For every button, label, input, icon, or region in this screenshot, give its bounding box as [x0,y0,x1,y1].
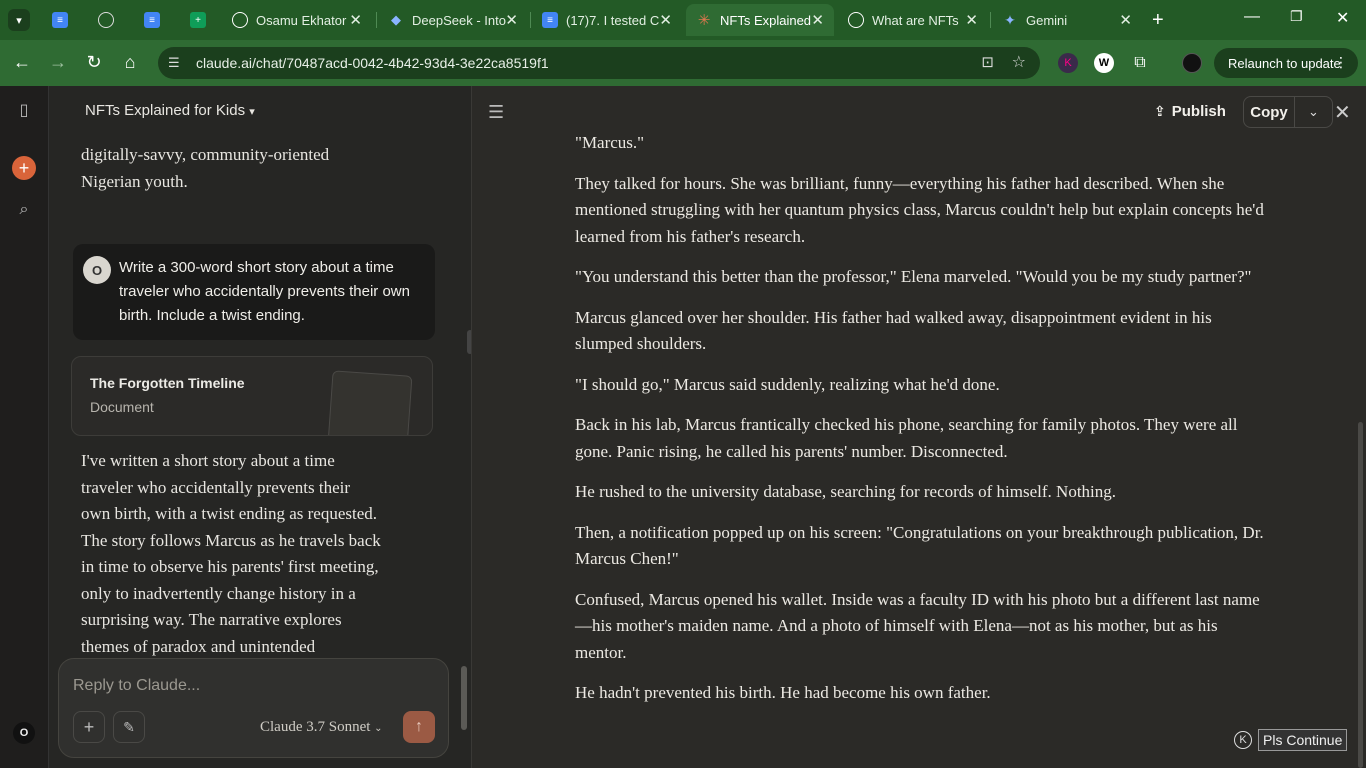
close-icon[interactable]: ✕ [811,11,824,29]
address-bar[interactable]: ☰ claude.ai/chat/70487acd-0042-4b42-93d4… [158,47,1040,79]
reload-icon[interactable]: ↻ [82,52,106,73]
copy-options-chevron-icon[interactable]: ⌄ [1294,97,1332,127]
window-close-icon[interactable]: ✕ [1336,8,1349,28]
close-icon[interactable]: ✕ [659,11,672,29]
pls-continue-widget[interactable]: K Pls Continue [1234,728,1348,752]
bookmark-star-icon[interactable]: ☆ [1012,52,1026,72]
arrow-up-icon: ↑ [415,718,423,735]
k-badge-icon: K [1234,731,1252,749]
story-paragraph: Back in his lab, Marcus frantically chec… [575,415,1238,461]
artifact-card[interactable]: The Forgotten Timeline Document [71,356,433,436]
chat-panel: NFTs Explained for Kids ▾ digitally-savv… [49,86,471,768]
extension-w-icon[interactable]: W [1094,53,1114,73]
search-icon[interactable]: ⌕ [12,198,36,222]
model-selector[interactable]: Claude 3.7 Sonnet ⌄ [260,719,383,736]
close-icon[interactable]: ✕ [505,11,518,29]
new-tab-icon[interactable]: + [1152,9,1164,32]
minimize-icon[interactable]: — [1244,8,1260,26]
chatgpt-icon [848,12,864,28]
docs-icon: ≡ [542,12,558,28]
copy-button-group: Copy ⌄ [1243,96,1333,128]
profile-avatar[interactable] [1182,53,1202,73]
story-paragraph: They talked for hours. She was brilliant… [575,173,1264,246]
tab-docs-1[interactable]: ≡ [42,4,82,36]
home-icon[interactable]: ⌂ [118,52,142,73]
globe-icon [98,12,114,28]
user-avatar[interactable]: O [13,722,35,744]
restore-icon[interactable]: ❐ [1290,8,1303,25]
close-icon[interactable]: ✕ [1119,11,1132,29]
previous-reply-text: digitally-savvy, community-oriented Nige… [81,145,330,191]
chevron-down-icon: ▾ [249,106,255,118]
table-of-contents-icon[interactable]: ☰ [488,102,504,123]
chat-title[interactable]: NFTs Explained for Kids ▾ [85,102,255,119]
forward-icon[interactable]: → [46,52,70,73]
pls-continue-button[interactable]: Pls Continue [1258,729,1348,751]
url-text: claude.ai/chat/70487acd-0042-4b42-93d4-3… [196,55,549,71]
tab-divider [990,12,991,28]
send-button[interactable]: ↑ [403,711,435,743]
close-icon[interactable]: ✕ [965,11,978,29]
reply-input[interactable]: Reply to Claude... [73,677,200,695]
copy-button[interactable]: Copy [1244,104,1294,121]
sidebar-toggle-icon[interactable]: ▯ [12,98,36,122]
sheets-icon: + [190,12,206,28]
user-message-avatar: O [83,256,111,284]
story-paragraph: He hadn't prevented his birth. He had be… [575,683,991,702]
publish-button[interactable]: ⇪ Publish [1154,100,1226,122]
story-paragraph: Then, a notification popped up on his sc… [575,522,1264,569]
story-content: "Marcus." They talked for hours. She was… [575,130,1267,721]
assistant-reply: I've written a short story about a time … [81,451,381,656]
chatgpt-icon [232,12,248,28]
story-paragraph: Confused, Marcus opened his wallet. Insi… [575,589,1260,662]
close-artifact-icon[interactable]: ✕ [1334,100,1351,125]
docs-icon: ≡ [144,12,160,28]
tab-docs-tested[interactable]: ≡ (17)7. I tested C ✕ [532,4,682,36]
tab-what-are-nfts[interactable]: What are NFTs ✕ [838,4,988,36]
story-paragraph: "You understand this better than the pro… [575,267,1252,286]
share-icon: ⇪ [1154,102,1166,119]
chat-scrollbar[interactable] [461,666,467,730]
extension-k-icon[interactable]: K [1058,53,1078,73]
artifact-scrollbar[interactable] [1358,422,1363,768]
install-app-icon[interactable]: ⊡ [981,53,994,71]
extensions-puzzle-icon[interactable]: ⧉ [1130,53,1150,73]
chevron-down-icon: ⌄ [374,723,383,734]
docs-icon: ≡ [52,12,68,28]
new-chat-icon[interactable]: + [12,156,36,180]
relaunch-button[interactable]: Relaunch to update ⋮ [1214,48,1358,78]
tab-divider [376,12,377,28]
attach-plus-icon[interactable]: + [73,711,105,743]
document-thumbnail [327,370,413,435]
story-paragraph: He rushed to the university database, se… [575,482,1117,501]
tab-divider [530,12,531,28]
tab-sheets[interactable]: + [180,4,220,36]
story-paragraph: Marcus glanced over her shoulder. His fa… [575,307,1212,354]
more-icon[interactable]: ⋮ [1334,54,1348,71]
tab-deepseek[interactable]: ◆ DeepSeek - Into ✕ [378,4,528,36]
tab-nfts-explained[interactable]: ✳ NFTs Explained ✕ [686,4,834,36]
story-paragraph: "Marcus." [575,133,645,152]
user-message: O Write a 300-word short story about a t… [73,244,435,340]
tab-search-icon[interactable]: ▾ [8,9,30,31]
site-info-icon[interactable]: ☰ [168,55,190,71]
reply-input-box[interactable]: Reply to Claude... + ✎ Claude 3.7 Sonnet… [58,658,449,758]
tab-osamu[interactable]: Osamu Ekhator ✕ [222,4,372,36]
back-icon[interactable]: ← [10,52,34,73]
browser-tab-bar: ▾ ≡ ≡ + Osamu Ekhator ✕ ◆ DeepSeek - Int… [0,0,1366,40]
close-icon[interactable]: ✕ [349,11,362,29]
artifact-panel: ☰ ⇪ Publish Copy ⌄ ✕ "Marcus." They talke… [471,86,1366,768]
style-brush-icon[interactable]: ✎ [113,711,145,743]
claude-icon: ✳ [697,12,711,29]
left-rail: ▯ + ⌕ [0,86,49,768]
tab-docs-2[interactable]: ≡ [134,4,174,36]
tab-globe[interactable] [88,4,128,36]
tab-gemini[interactable]: ✦ Gemini ✕ [992,4,1142,36]
deepseek-icon: ◆ [391,12,401,27]
story-paragraph: "I should go," Marcus said suddenly, rea… [575,374,1000,394]
gemini-icon: ✦ [1004,11,1016,28]
